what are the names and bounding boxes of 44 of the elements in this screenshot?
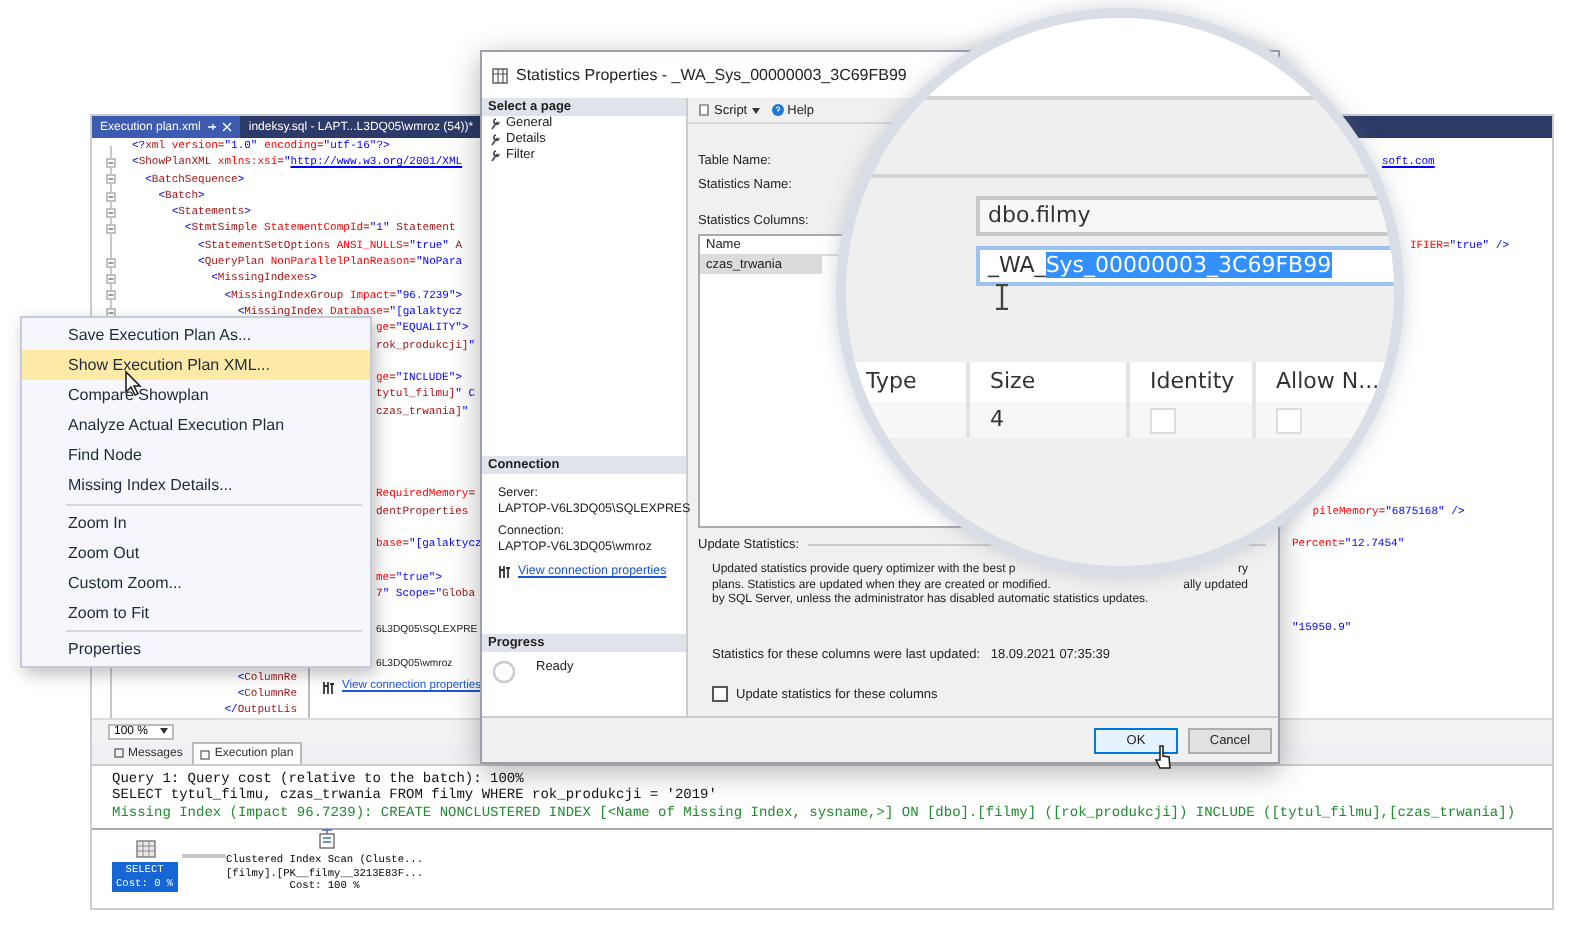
collapse-icon[interactable]	[106, 257, 116, 268]
collapse-icon[interactable]	[106, 207, 116, 218]
pin-icon[interactable]	[206, 122, 217, 132]
collapse-icon[interactable]	[106, 274, 116, 285]
menu-item[interactable]: Find Node	[22, 440, 370, 471]
menu-item[interactable]: Zoom In	[22, 507, 370, 538]
menu-item[interactable]: Missing Index Details...	[22, 470, 370, 502]
plan-icon	[200, 749, 211, 759]
checkbox[interactable]	[1276, 407, 1302, 433]
progress-spinner-icon	[492, 660, 516, 684]
hand-cursor-icon	[1154, 744, 1172, 770]
connection-icon	[322, 681, 336, 693]
menu-item[interactable]: Show Execution Plan XML...	[22, 350, 370, 381]
caret-icon	[160, 728, 169, 734]
wrench-icon	[490, 118, 500, 130]
collapse-icon[interactable]	[106, 157, 116, 168]
menu-item[interactable]: Properties	[22, 633, 370, 665]
menu-item[interactable]: Zoom to Fit	[22, 597, 370, 628]
window-title: Statistics Properties - _WA_Sys_00000003_3C69FB99	[516, 66, 907, 84]
text-cursor-icon	[994, 284, 1010, 310]
size-cell-text: 4	[990, 404, 1004, 436]
collapse-icon[interactable]	[106, 290, 116, 301]
menu-item[interactable]: Save Execution Plan As...	[22, 320, 370, 351]
column-header: Allow N...	[1274, 366, 1382, 398]
message-icon	[114, 748, 124, 758]
select-node-icon	[136, 840, 156, 858]
help-icon	[771, 104, 784, 116]
collapse-icon[interactable]	[106, 174, 116, 185]
collapse-icon[interactable]	[106, 191, 116, 202]
close-icon[interactable]	[222, 122, 233, 132]
menu-item[interactable]: Analyze Actual Execution Plan	[22, 410, 370, 441]
update-checkbox[interactable]	[712, 686, 728, 703]
index-scan-icon	[318, 828, 336, 850]
script-icon	[698, 104, 710, 116]
wrench-icon	[490, 134, 500, 146]
table-icon	[492, 67, 508, 83]
statistics-name-field[interactable]: _WA_Sys_00000003_3C69FB99	[976, 246, 1394, 286]
collapse-icon[interactable]	[106, 224, 116, 235]
connection-icon	[498, 566, 512, 578]
menu-item[interactable]: Custom Zoom...	[22, 567, 370, 598]
menu-item[interactable]: Zoom Out	[22, 537, 370, 568]
wrench-icon	[490, 150, 500, 162]
checkbox[interactable]	[1150, 407, 1176, 433]
menu-item[interactable]: Compare Showplan	[22, 380, 370, 411]
